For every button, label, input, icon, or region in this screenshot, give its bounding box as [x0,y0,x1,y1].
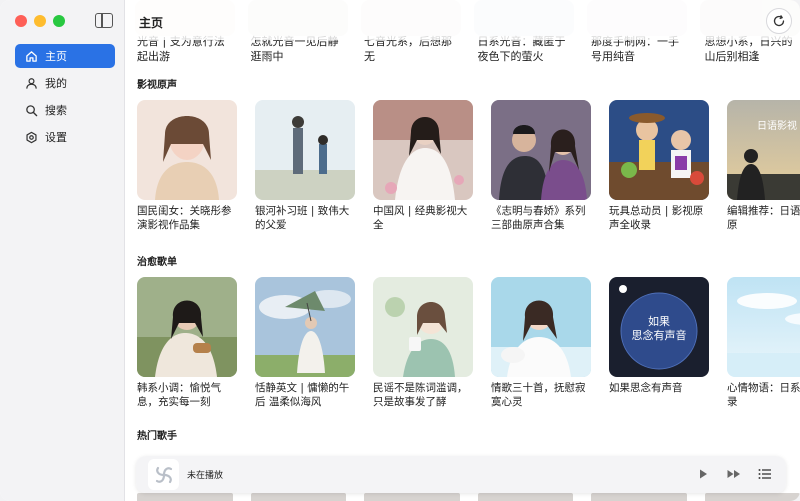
scroll-content: 光音 | 支为意行法起出游 怎就光音一见后静逛雨中 七音光系，后想那无 日系光音… [125,34,800,451]
next-icon [727,470,740,478]
playlist-cover [137,277,237,377]
playlist-card[interactable]: 国民闺女：关晓彤参演影视作品集 [137,100,237,234]
header-bar [125,0,800,40]
person-icon [24,76,38,90]
playlist-card[interactable]: 中国风 | 经典影视大全 [373,100,473,234]
minimize-window-button[interactable] [34,15,46,27]
playlist-caption: 情歌三十首，抚慰寂寞心灵 [491,382,586,408]
zoom-window-button[interactable] [53,15,65,27]
player-bar: 未在播放 [136,456,786,493]
healing-playlists-row: 韩系小调：愉悦气息，充实每一刻 恬静英文 | 慵懒的午后 温柔似海风 民谣不是陈… [125,277,800,411]
window-controls [15,15,65,27]
sidebar-item-settings[interactable]: 设置 [15,125,115,149]
playlist-card[interactable]: 民谣不是陈词滥调，只是故事发了酵 [373,277,473,411]
settings-icon [24,130,38,144]
section-title-popular-artists: 热门歌手 [137,431,177,442]
playlist-cover [727,277,800,377]
cover-title: 日语影视 [757,121,797,132]
playlist-cover: 日语影视 [727,100,800,200]
playlist-cover [137,100,237,200]
playlist-cover [609,100,709,200]
playlist-card[interactable]: 韩系小调：愉悦气息，充实每一刻 [137,277,237,411]
playlist-caption: 国民闺女：关晓彤参演影视作品集 [137,205,232,231]
close-window-button[interactable] [15,15,27,27]
playlist-card[interactable]: 恬静英文 | 慵懒的午后 温柔似海风 [255,277,355,411]
sidebar-item-home[interactable]: 主页 [15,44,115,68]
search-icon [24,103,38,117]
playlist-card[interactable]: 玩具总动员 | 影视原声全收录 [609,100,709,234]
main-content: 主页 光音 | 支为意行法起出游 怎就光音一见后静逛雨中 七音光系，后想那无 日… [125,0,800,501]
refresh-icon [772,14,786,28]
section-title-film-soundtracks: 影视原声 [137,80,177,91]
sidebar-toggle-icon[interactable] [95,13,113,28]
sidebar-item-label: 我的 [45,77,67,90]
playlist-cover [255,100,355,200]
playlist-caption: 韩系小调：愉悦气息，充实每一刻 [137,382,221,408]
home-icon [24,49,38,63]
next-button[interactable] [726,466,742,482]
queue-button[interactable] [757,466,773,482]
playlist-caption: 中国风 | 经典影视大全 [373,205,468,231]
playlist-caption: 心情物语：日系启示录 [727,382,800,408]
playlist-caption: 银河补习班 | 致伟大的父爱 [255,205,350,231]
playlist-card[interactable]: 情歌三十首，抚慰寂寞心灵 [491,277,591,411]
sidebar-item-search[interactable]: 搜索 [15,98,115,122]
sidebar-item-mine[interactable]: 我的 [15,71,115,95]
playlist-cover [491,100,591,200]
playlist-card[interactable]: 银河补习班 | 致伟大的父爱 [255,100,355,234]
play-icon [700,469,707,479]
playlist-cover [373,100,473,200]
playlist-card[interactable]: 日语影视 编辑推荐：日语影视原 [727,100,800,234]
playlist-cover [491,277,591,377]
sidebar: 主页 我的 搜索 设置 [0,0,125,501]
film-soundtracks-row: 国民闺女：关晓彤参演影视作品集 银河补习班 | 致伟大的父爱 中国风 | 经典影… [125,100,800,234]
page-title: 主页 [139,16,164,30]
playlist-caption: 《志明与春娇》系列三部曲原声合集 [491,205,586,231]
playlist-card[interactable]: 心情物语：日系启示录 [727,277,800,411]
cover-title: 如果 思念有声音 [631,315,687,342]
sidebar-item-label: 设置 [45,131,67,144]
queue-icon [758,469,771,479]
section-title-healing-playlists: 治愈歌单 [137,257,177,268]
playlist-caption: 恬静英文 | 慵懒的午后 温柔似海风 [255,382,350,408]
refresh-button[interactable] [766,8,792,34]
sidebar-item-label: 搜索 [45,104,67,117]
app-logo-icon [155,466,172,483]
playlist-caption: 如果思念有声音 [609,382,683,394]
now-playing-text: 未在播放 [187,471,224,481]
app-window: 主页 我的 搜索 设置 主页 光音 | 支为意行法起出游 怎就光音一见后静逛雨中… [0,0,800,501]
playlist-card[interactable]: 如果 思念有声音 如果思念有声音 [609,277,709,411]
playlist-caption: 玩具总动员 | 影视原声全收录 [609,205,704,231]
playlist-cover [373,277,473,377]
sidebar-item-label: 主页 [45,50,67,63]
sidebar-nav: 主页 我的 搜索 设置 [15,44,115,152]
playlist-cover [255,277,355,377]
playlist-card[interactable]: 《志明与春娇》系列三部曲原声合集 [491,100,591,234]
player-artwork[interactable] [148,459,179,490]
popular-artists-row-peek [125,493,800,501]
playlist-cover: 如果 思念有声音 [609,277,709,377]
play-button[interactable] [695,466,711,482]
playlist-caption: 编辑推荐：日语影视原 [727,205,800,231]
playlist-caption: 民谣不是陈词滥调，只是故事发了酵 [373,382,468,408]
